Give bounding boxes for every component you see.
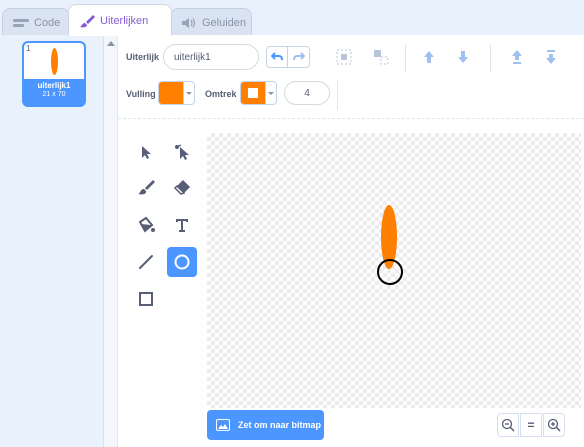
redo-button[interactable] [288,46,310,68]
back-icon [546,50,556,64]
zoom-in-icon [547,418,561,432]
brush-tool[interactable] [131,172,161,202]
tab-costumes-label: Uiterlijken [100,14,149,27]
circle-tool[interactable] [167,247,197,277]
line-tool[interactable] [131,247,161,277]
costume-name-label: Uiterlijk [126,52,160,62]
code-blocks-icon [13,18,29,28]
rectangle-tool[interactable] [131,284,161,314]
zoom-out-icon [501,418,515,432]
back-button[interactable] [540,46,562,68]
convert-to-bitmap-button[interactable]: Zet om naar bitmap [207,410,324,440]
arrow-pointer-icon [142,146,151,159]
text-t-icon [176,219,188,232]
toolbar-divider [490,44,491,72]
tab-code-label: Code [34,16,61,29]
costume-list: 1 uiterlijk1 21 x 70 [0,35,104,447]
zoom-in-button[interactable] [543,413,565,437]
editor-tabs: Code Uiterlijken Geluiden [0,0,584,36]
eraser-tool[interactable] [167,172,197,202]
select-tool[interactable] [131,137,161,167]
forward-button[interactable] [418,46,440,68]
costume-size: 21 x 70 [42,91,66,98]
fill-color-swatch [159,82,183,104]
backward-button[interactable] [452,46,474,68]
toolbar-divider [337,80,338,110]
paintbrush-icon [79,14,95,28]
group-icon [336,49,352,65]
convert-to-bitmap-label: Zet om naar bitmap [238,420,322,430]
toolbar-divider [405,44,406,72]
costume-tile[interactable]: 1 uiterlijk1 21 x 70 [22,41,86,107]
zoom-reset-button[interactable]: = [520,413,542,437]
undo-icon [271,52,283,61]
square-icon [139,292,153,306]
circle-icon [174,254,190,270]
tab-sounds[interactable]: Geluiden [170,8,252,36]
costume-list-scrollbar[interactable] [104,35,118,447]
outline-color-picker[interactable] [240,81,277,105]
fill-label: Vulling [126,89,156,99]
tab-costumes[interactable]: Uiterlijken [68,4,172,36]
undo-redo-group [266,46,310,68]
reshape-tool[interactable] [167,137,197,167]
front-icon [512,50,522,64]
toolbar-bottom-divider [118,118,584,119]
undo-button[interactable] [266,46,288,68]
scroll-up-arrow-icon[interactable] [107,41,115,46]
ungroup-icon [374,50,389,65]
zoom-out-button[interactable] [497,413,519,437]
ungroup-button[interactable] [370,46,392,68]
paint-canvas[interactable] [207,133,581,408]
eraser-icon [173,180,190,195]
outline-color-swatch [241,82,265,104]
group-button[interactable] [333,46,355,68]
chevron-down-icon [183,82,194,104]
brush-icon [138,180,155,195]
costume-name: uiterlijk1 [37,81,71,90]
costume-thumbnail: 1 [24,43,84,79]
paint-bucket-icon [138,216,155,233]
costume-name-input[interactable] [163,44,259,70]
stroke-width-input[interactable] [284,81,330,105]
backward-icon [458,51,468,63]
costume-number: 1 [26,44,31,53]
tab-sounds-label: Geluiden [202,16,247,29]
outline-label: Omtrek [205,89,237,99]
redo-icon [292,52,305,61]
front-button[interactable] [506,46,528,68]
costume-thumbnail-shape [51,48,58,75]
chevron-down-icon [265,82,276,104]
line-icon [139,255,153,269]
speaker-icon [181,17,197,29]
tab-code[interactable]: Code [2,8,70,36]
reshape-pointer-icon [175,144,189,160]
forward-icon [424,51,434,63]
fill-tool[interactable] [131,210,161,240]
text-tool[interactable] [167,210,197,240]
fill-color-picker[interactable] [158,81,195,105]
image-icon [216,419,230,431]
